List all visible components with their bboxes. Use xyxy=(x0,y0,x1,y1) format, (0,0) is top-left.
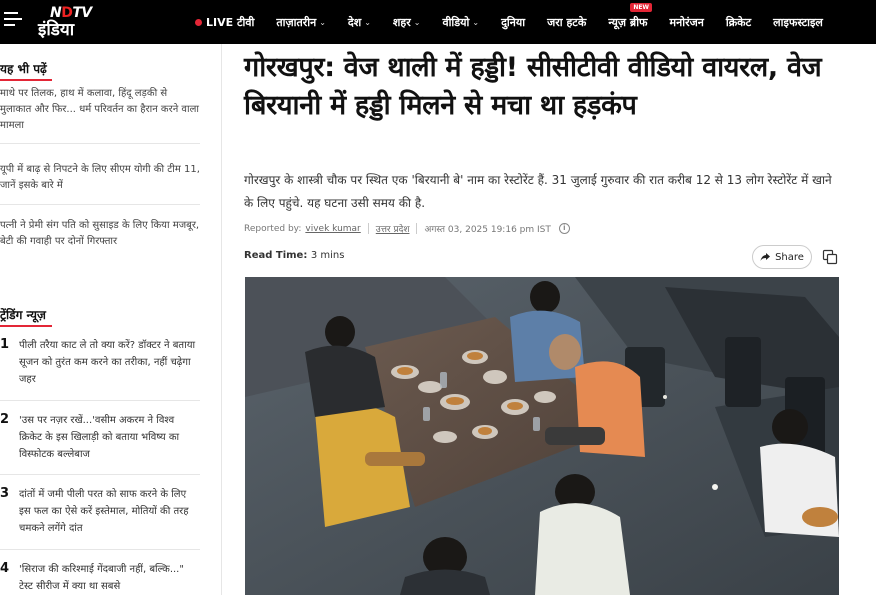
nav-item[interactable]: क्रिकेट xyxy=(726,15,751,30)
share-label: Share xyxy=(775,251,804,263)
nav-item-label: शहर xyxy=(392,15,411,29)
also-read-item[interactable]: यूपी में बाढ़ से निपटने के लिए सीएम योगी… xyxy=(0,162,200,194)
meta-separator xyxy=(416,223,418,234)
divider xyxy=(0,474,200,475)
nav-item[interactable]: LIVE टीवी xyxy=(195,15,254,30)
nav-item[interactable]: शहर ⌄ xyxy=(393,15,421,30)
main-menu: LIVE टीवी ताज़ातरीन ⌄ देश ⌄ शहर ⌄ वीडियो ⌄ दुनिया… xyxy=(195,0,845,44)
chevron-down-icon: ⌄ xyxy=(319,17,326,27)
nav-item[interactable]: ताज़ातरीन ⌄ xyxy=(276,15,326,30)
chevron-down-icon: ⌄ xyxy=(472,17,480,27)
publish-date: अगस्त 03, 2025 19:16 pm IST xyxy=(424,225,551,235)
chevron-down-icon: ⌄ xyxy=(364,17,371,27)
nav-item-label: क्रिकेट xyxy=(725,15,752,29)
trending-rank: 1 xyxy=(0,337,10,352)
also-read-heading: यह भी पढ़ें xyxy=(0,60,52,81)
live-dot-icon xyxy=(195,18,202,26)
new-badge: NEW xyxy=(630,2,653,12)
logo-india-text: इंडिया xyxy=(38,20,75,40)
nav-item-label: मनोरंजन xyxy=(669,15,704,29)
nav-item[interactable]: देश ⌄ xyxy=(348,15,371,30)
divider xyxy=(0,204,200,205)
info-icon[interactable]: i xyxy=(558,223,570,234)
read-time-label: Read Time: xyxy=(244,250,308,261)
share-arrow-icon xyxy=(760,253,771,261)
chevron-down-icon: ⌄ xyxy=(413,17,421,27)
trending-rank: 2 xyxy=(0,412,10,427)
nav-item[interactable]: दुनिया xyxy=(501,15,525,30)
left-sidebar: यह भी पढ़ें माथे पर तिलक, हाथ में कलावा,… xyxy=(0,44,222,595)
nav-item-label: LIVE टीवी xyxy=(206,15,255,29)
nav-item[interactable]: मनोरंजन xyxy=(670,15,704,30)
top-navigation-bar: NDTV इंडिया LIVE टीवी ताज़ातरीन ⌄ देश ⌄ शहर ⌄ व… xyxy=(0,0,876,44)
divider xyxy=(0,549,200,550)
trending-rank: 4 xyxy=(0,561,10,576)
also-read-item[interactable]: पत्नी ने प्रेमी संग पति को सुसाइड के लिए… xyxy=(0,218,200,250)
trending-text[interactable]: दांतों में जमी पीली परत को साफ करने के ल… xyxy=(19,486,199,537)
reported-by-label: Reported by: xyxy=(244,223,302,234)
nav-item-label: लाइफस्टाइल xyxy=(773,15,823,29)
also-read-item[interactable]: माथे पर तिलक, हाथ में कलावा, हिंदू लड़की… xyxy=(0,86,200,134)
article-headline: गोरखपुर: वेज थाली में हड्डी! सीसीटीवी वी… xyxy=(244,52,822,121)
meta-separator xyxy=(367,223,369,234)
nav-item-label: जरा हटके xyxy=(547,15,587,29)
nav-item-label: दुनिया xyxy=(501,15,526,29)
nav-item-label: ताज़ातरीन xyxy=(276,15,317,29)
nav-item-label: न्यूज़ ब्रीफ xyxy=(608,15,648,29)
copy-icon[interactable] xyxy=(822,249,838,265)
nav-item[interactable]: जरा हटके xyxy=(547,15,586,30)
nav-item[interactable]: न्यूज़ ब्रीफ NEW xyxy=(608,2,653,30)
author-link[interactable]: vivek kumar xyxy=(305,224,360,234)
nav-item-label: वीडियो xyxy=(442,15,470,29)
divider xyxy=(0,400,200,401)
trending-rank: 3 xyxy=(0,486,10,501)
trending-text[interactable]: पीली तरैया काट ले तो क्या करें? डॉक्टर न… xyxy=(19,337,199,388)
trending-news-heading: ट्रेंडिंग न्यूज़ xyxy=(0,306,52,327)
divider xyxy=(0,143,200,144)
share-button[interactable]: Share xyxy=(752,245,812,269)
ndtv-india-logo[interactable]: NDTV इंडिया xyxy=(28,4,108,40)
article-summary: गोरखपुर के शास्त्री चौक पर स्थित एक 'बिर… xyxy=(244,173,832,210)
nav-item[interactable]: लाइफस्टाइल xyxy=(773,15,823,30)
category-link[interactable]: उत्तर प्रदेश xyxy=(376,222,410,235)
cctv-restaurant-scene xyxy=(245,277,839,595)
trending-text[interactable]: 'सिराज की करिश्माई गेंदबाजी नहीं, बल्कि.… xyxy=(19,561,199,595)
article-hero-image[interactable] xyxy=(245,277,839,595)
nav-item-label: देश xyxy=(347,15,362,29)
nav-item[interactable]: वीडियो ⌄ xyxy=(442,15,479,30)
read-time: Read Time: 3 mins xyxy=(244,250,344,261)
menu-icon[interactable] xyxy=(4,12,22,32)
trending-text[interactable]: 'उस पर नज़र रखें...'वसीम अकरम ने विश्व क… xyxy=(19,412,199,463)
article-meta: Reported by: vivek kumar उत्तर प्रदेश अग… xyxy=(244,222,570,235)
read-time-value: 3 mins xyxy=(310,250,345,261)
